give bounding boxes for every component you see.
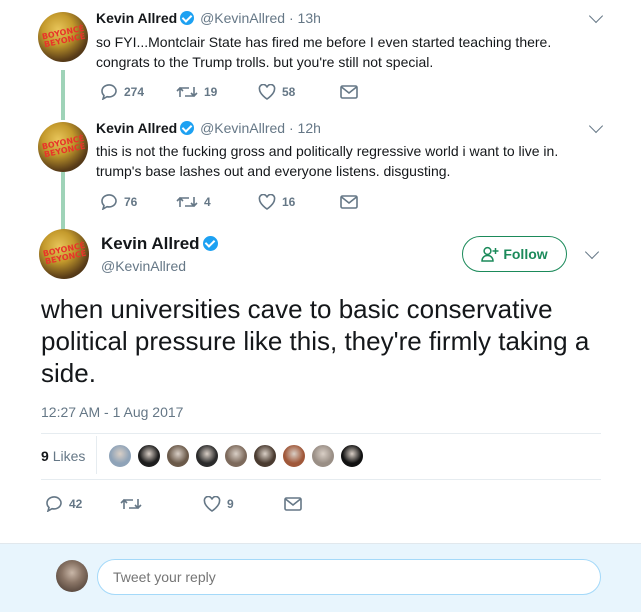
divider <box>41 433 601 434</box>
liker-avatar[interactable] <box>166 444 190 468</box>
reply-input[interactable] <box>97 559 601 595</box>
like-icon <box>258 84 276 100</box>
chevron-down-icon[interactable] <box>584 244 600 260</box>
dm-button[interactable] <box>340 193 358 211</box>
thread-tweet-1[interactable]: BOYONCÉ BEYONCÉ Kevin Allred @KevinAllred… <box>0 0 641 112</box>
user-handle[interactable]: @KevinAllred <box>200 120 285 136</box>
retweet-button[interactable]: 4 <box>176 193 211 211</box>
add-user-icon <box>481 246 499 262</box>
avatar[interactable]: BOYONCÉ BEYONCÉ <box>38 122 88 172</box>
liker-avatar[interactable] <box>224 444 248 468</box>
divider <box>41 479 601 480</box>
main-tweet-actions: 42 9 <box>45 495 305 513</box>
liker-avatar[interactable] <box>340 444 364 468</box>
tweet-text: so FYI...Montclair State has fired me be… <box>96 34 552 70</box>
avatar[interactable]: BOYONCÉ BEYONCÉ <box>38 12 88 62</box>
verified-icon <box>202 236 218 251</box>
tweet-timestamp[interactable]: 12:27 AM - 1 Aug 2017 <box>41 404 183 420</box>
reply-icon <box>101 84 117 100</box>
tweet-time[interactable]: · 12h <box>289 120 321 136</box>
reply-button[interactable]: 274 <box>100 83 144 101</box>
follow-button[interactable]: Follow <box>462 236 567 272</box>
main-user-handle[interactable]: @KevinAllred <box>101 258 186 274</box>
main-tweet-text: when universities cave to basic conserva… <box>41 294 590 388</box>
verified-icon <box>180 11 195 25</box>
liker-avatar[interactable] <box>195 444 219 468</box>
dm-button[interactable] <box>340 83 358 101</box>
main-user-name[interactable]: Kevin Allred <box>101 234 220 254</box>
tweet-actions: 274 19 58 <box>100 83 360 101</box>
liker-avatar[interactable] <box>253 444 277 468</box>
user-name[interactable]: Kevin Allred <box>96 120 177 136</box>
reply-button[interactable]: 42 <box>45 495 82 513</box>
user-name[interactable]: Kevin Allred <box>96 10 177 26</box>
main-avatar[interactable]: BOYONCÉ BEYONCÉ <box>39 229 89 279</box>
user-handle[interactable]: @KevinAllred <box>200 10 285 26</box>
retweet-icon <box>176 86 198 98</box>
reply-icon <box>46 496 62 512</box>
dm-button[interactable] <box>284 495 302 513</box>
tweet-text: this is not the fucking gross and politi… <box>96 143 559 179</box>
dm-icon <box>340 195 358 209</box>
current-user-avatar[interactable] <box>56 560 88 592</box>
liker-avatar[interactable] <box>108 444 132 468</box>
liker-avatar[interactable] <box>311 444 335 468</box>
retweet-icon <box>120 498 142 510</box>
thread-tweet-2[interactable]: BOYONCÉ BEYONCÉ Kevin Allred @KevinAllred… <box>0 112 641 222</box>
tweet-header: Kevin Allred @KevinAllred · 12h <box>96 120 321 136</box>
dm-icon <box>340 85 358 99</box>
like-button[interactable]: 16 <box>258 193 295 211</box>
chevron-down-icon[interactable] <box>588 8 604 24</box>
like-button[interactable]: 58 <box>258 83 295 101</box>
like-button[interactable]: 9 <box>203 495 234 513</box>
reply-icon <box>101 194 117 210</box>
retweet-button[interactable] <box>120 495 142 513</box>
verified-icon <box>180 121 195 135</box>
retweet-button[interactable]: 19 <box>176 83 217 101</box>
likes-count[interactable]: 9 Likes <box>41 448 85 464</box>
tweet-actions: 76 4 16 <box>100 193 360 211</box>
retweet-icon <box>176 196 198 208</box>
like-icon <box>258 194 276 210</box>
reply-button[interactable]: 76 <box>100 193 137 211</box>
liker-avatar[interactable] <box>137 444 161 468</box>
tweet-header: Kevin Allred @KevinAllred · 13h <box>96 10 321 26</box>
tweet-time[interactable]: · 13h <box>289 10 321 26</box>
chevron-down-icon[interactable] <box>588 118 604 134</box>
dm-icon <box>284 497 302 511</box>
likes-separator <box>96 436 97 474</box>
like-icon <box>203 496 221 512</box>
liker-avatar[interactable] <box>282 444 306 468</box>
